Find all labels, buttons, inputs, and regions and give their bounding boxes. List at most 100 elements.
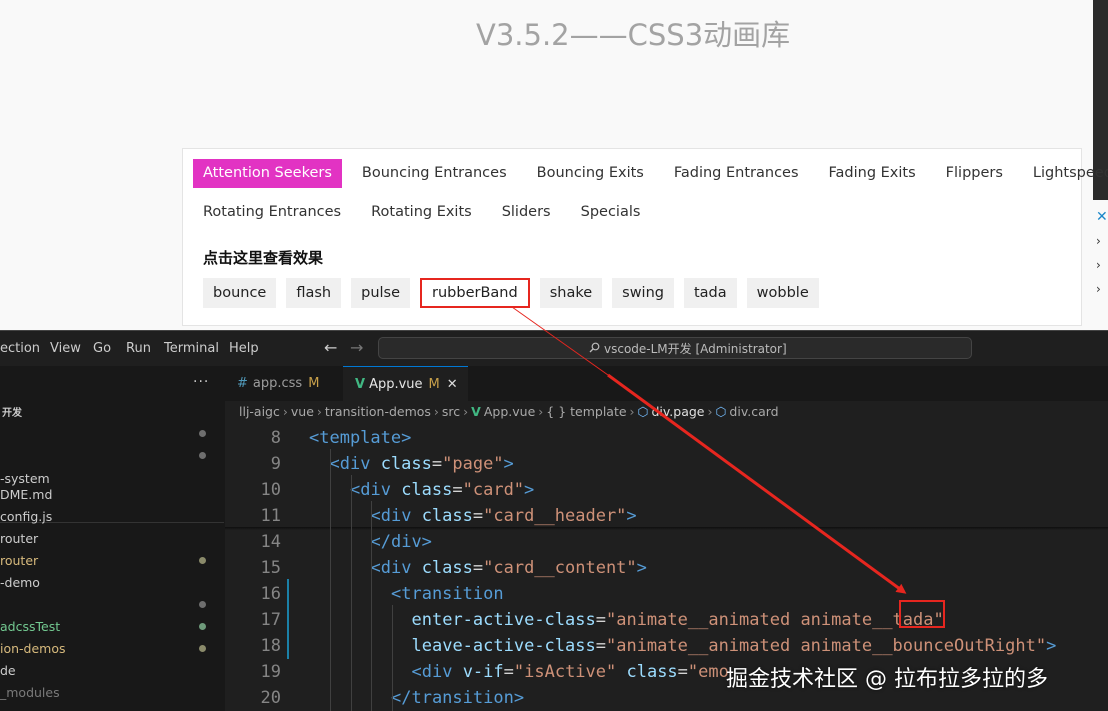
menu-terminal[interactable]: Terminal: [164, 341, 219, 356]
effect-button-shake[interactable]: shake: [539, 278, 603, 308]
category-tab[interactable]: Attention Seekers: [193, 159, 342, 188]
explorer-item[interactable]: adcssTest: [0, 619, 60, 634]
effect-button-tada[interactable]: tada: [683, 278, 737, 308]
explorer-item[interactable]: DME.md: [0, 487, 52, 502]
vue-file-icon: V: [355, 377, 366, 392]
category-tab[interactable]: Specials: [571, 198, 651, 227]
code-text: <div class="page">: [329, 454, 514, 474]
line-number: 14: [260, 532, 281, 552]
menu-view[interactable]: View: [50, 341, 81, 356]
explorer-item[interactable]: ion-demos: [0, 641, 66, 656]
menu-run[interactable]: Run: [126, 341, 151, 356]
more-actions-icon[interactable]: ···: [193, 374, 209, 390]
code-text: </transition>: [391, 688, 525, 708]
category-tab[interactable]: Sliders: [492, 198, 561, 227]
effect-button-rubberband[interactable]: rubberBand: [420, 278, 530, 308]
category-tab[interactable]: Lightspeed: [1023, 159, 1108, 188]
effect-buttons-row: bounce flash pulse rubberBand shake swing tada…: [203, 278, 829, 308]
code-line: 14 </div>: [225, 529, 1108, 555]
code-text: <div class="card">: [350, 480, 535, 500]
breadcrumb-item[interactable]: transition-demos: [325, 404, 431, 419]
category-tab[interactable]: Flippers: [936, 159, 1013, 188]
menu-help[interactable]: Help: [229, 341, 259, 356]
menu-selection[interactable]: ection: [0, 341, 40, 356]
modified-dot: [199, 601, 206, 608]
code-line: 9 <div class="page">: [225, 451, 1108, 477]
breadcrumb-item[interactable]: src: [442, 404, 460, 419]
tab-label: App.vue: [369, 377, 423, 392]
breadcrumb-item[interactable]: llj-aigc: [239, 404, 280, 419]
effect-button-pulse[interactable]: pulse: [351, 278, 411, 308]
explorer-item[interactable]: config.js: [0, 509, 52, 524]
line-number: 9: [270, 454, 281, 474]
modified-dot: [199, 557, 206, 564]
menu-go[interactable]: Go: [93, 341, 111, 356]
modified-dot: [199, 645, 206, 652]
command-center-search[interactable]: vscode-LM开发 [Administrator]: [378, 337, 972, 359]
editor-tab-bar: # app.css M V App.vue M ✕: [225, 366, 1108, 401]
line-number: 18: [260, 636, 281, 656]
gutter-change-marker: [287, 579, 289, 659]
line-number: 11: [260, 506, 281, 526]
explorer-root-folder[interactable]: 开发: [2, 404, 22, 419]
effect-button-wobble[interactable]: wobble: [746, 278, 819, 308]
forward-arrow-icon[interactable]: →: [350, 338, 363, 357]
category-tab[interactable]: Bouncing Exits: [527, 159, 654, 188]
code-text: </div>: [370, 532, 432, 552]
explorer-item[interactable]: _modules: [0, 685, 60, 700]
tab-label: app.css: [252, 376, 303, 391]
close-icon[interactable]: ✕: [447, 377, 458, 392]
modified-dot: [199, 623, 206, 630]
code-text: enter-active-class="animate__animated an…: [411, 610, 944, 630]
category-tab[interactable]: Rotating Exits: [361, 198, 482, 227]
effect-button-swing[interactable]: swing: [612, 278, 674, 308]
code-text: leave-active-class="animate__animated an…: [411, 636, 1057, 656]
code-text: <div class="card__header">: [370, 506, 637, 526]
category-tabs-row-1: Attention Seekers Bouncing Entrances Bounc…: [193, 159, 1108, 188]
category-tab[interactable]: Rotating Entrances: [193, 198, 351, 227]
effect-button-flash[interactable]: flash: [286, 278, 342, 308]
explorer-item[interactable]: -system: [0, 471, 50, 486]
code-line: 10 <div class="card">: [225, 477, 1108, 503]
vue-file-icon: V: [471, 404, 481, 419]
code-text: <template>: [309, 428, 412, 448]
category-tabs-row-2: Rotating Entrances Rotating Exits Sliders S…: [193, 198, 660, 227]
category-tab[interactable]: Bouncing Entrances: [352, 159, 517, 188]
breadcrumb-item[interactable]: { } template: [546, 404, 626, 419]
search-icon: [589, 338, 600, 360]
tab-app-css[interactable]: # app.css M: [225, 366, 343, 401]
tab-app-vue[interactable]: V App.vue M ✕: [343, 366, 468, 401]
breadcrumb-item[interactable]: App.vue: [484, 404, 535, 419]
code-line: 15 <div class="card__content">: [225, 555, 1108, 581]
breadcrumb-item[interactable]: div.page: [651, 404, 704, 419]
modified-badge: M: [308, 376, 320, 391]
line-number: 10: [260, 480, 281, 500]
animation-demo-card: Attention Seekers Bouncing Entrances Bounc…: [182, 148, 1108, 326]
css-file-icon: #: [237, 376, 248, 391]
category-tab[interactable]: Fading Exits: [819, 159, 926, 188]
back-arrow-icon[interactable]: ←: [324, 338, 337, 357]
chevron-right-icon: ›: [1096, 234, 1101, 248]
explorer-item[interactable]: router: [0, 553, 38, 568]
effects-heading: 点击这里查看效果: [203, 249, 324, 267]
effect-button-bounce[interactable]: bounce: [203, 278, 277, 308]
breadcrumb-item[interactable]: vue: [291, 404, 314, 419]
line-number: 19: [260, 662, 281, 682]
explorer-item[interactable]: router: [0, 531, 38, 546]
watermark: 掘金技术社区 @ 拉布拉多拉的多: [726, 667, 1048, 692]
line-number: 17: [260, 610, 281, 630]
indent-guide: [351, 475, 352, 711]
category-tab[interactable]: Fading Entrances: [664, 159, 809, 188]
explorer-item[interactable]: de: [0, 663, 16, 678]
line-number: 20: [260, 688, 281, 708]
explorer-item[interactable]: -demo: [0, 575, 40, 590]
line-number: 15: [260, 558, 281, 578]
modified-badge: M: [428, 377, 440, 392]
menu-bar: ection View Go Run Terminal Help ← → vsc…: [0, 330, 1108, 367]
code-text: <transition: [391, 584, 504, 604]
vscode-window: ection View Go Run Terminal Help ← → vsc…: [0, 330, 1108, 711]
close-icon: ✕: [1096, 209, 1108, 225]
breadcrumb-item[interactable]: div.card: [729, 404, 778, 419]
indent-guide: [392, 605, 393, 711]
page-title: V3.5.2——CSS3动画库: [476, 18, 791, 52]
